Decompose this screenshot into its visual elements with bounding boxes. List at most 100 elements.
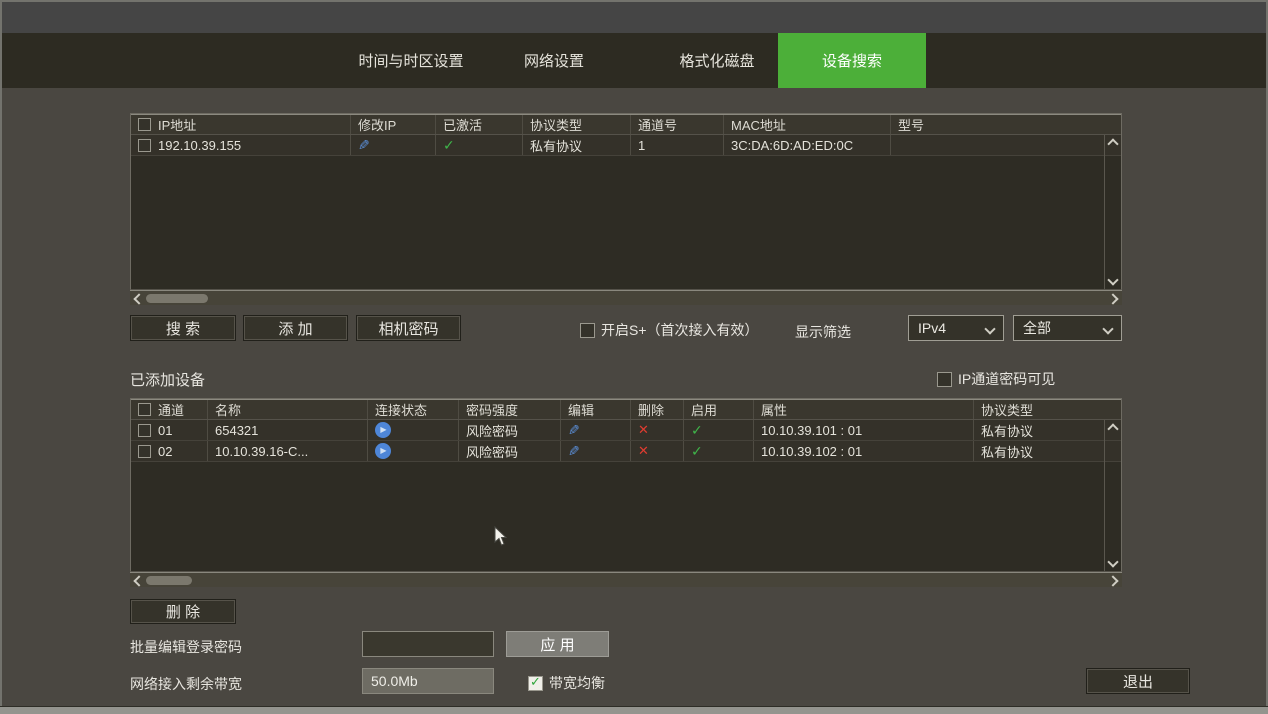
window-border [0,0,2,714]
scroll-up-icon[interactable] [1107,138,1118,149]
device-channel-count: 1 [631,135,724,155]
col-ip-address: IP地址 [158,115,196,134]
search-table-vertical-scrollbar[interactable] [1104,135,1121,289]
channel-number: 02 [158,444,172,459]
chevron-down-icon [984,323,995,334]
scroll-right-icon[interactable] [1107,575,1118,586]
camera-password-button[interactable]: 相机密码 [356,315,461,341]
device-mac: 3C:DA:6D:AD:ED:0C [724,135,891,155]
search-table-header: IP地址 修改IP 已激活 协议类型 通道号 MAC地址 型号 [131,114,1121,135]
edit-ip-icon[interactable]: ✎ [358,137,370,154]
settings-tabbar: 时间与时区设置 网络设置 格式化磁盘 设备搜索 [2,33,1266,88]
window-bottom-strip [0,706,1268,714]
added-devices-table: 通道 名称 连接状态 密码强度 编辑 删除 启用 属性 协议类型 01 6543… [130,398,1122,572]
password-strength: 风险密码 [459,441,561,461]
ip-channel-password-visible-checkbox[interactable] [937,372,952,387]
added-table-header: 通道 名称 连接状态 密码强度 编辑 删除 启用 属性 协议类型 [131,399,1121,420]
ip-version-value: IPv4 [918,320,946,336]
scrollbar-thumb[interactable] [146,294,208,303]
scroll-left-icon[interactable] [133,293,144,304]
delete-icon[interactable]: ✕ [638,443,649,459]
scroll-down-icon[interactable] [1107,556,1118,567]
device-name: 654321 [208,420,368,440]
search-button[interactable]: 搜 索 [130,315,236,341]
device-protocol: 私有协议 [523,135,631,155]
edit-icon[interactable]: ✎ [568,422,580,439]
table-row[interactable]: 192.10.39.155 ✎ ✓ 私有协议 1 3C:DA:6D:AD:ED:… [131,135,1121,156]
col-attribute: 属性 [754,400,974,419]
window-border [0,0,1268,2]
col-password-strength: 密码强度 [459,400,561,419]
ip-channel-password-visible-label: IP通道密码可见 [958,369,1055,389]
col-edit: 编辑 [561,400,631,419]
scroll-up-icon[interactable] [1107,423,1118,434]
tab-format-disk[interactable]: 格式化磁盘 [664,33,770,88]
bandwidth-input[interactable] [362,668,494,694]
enabled-check-icon[interactable]: ✓ [691,422,703,439]
added-table-horizontal-scrollbar[interactable] [130,572,1122,587]
display-filter-label: 显示筛选 [795,322,851,342]
device-protocol: 私有协议 [974,420,1121,440]
edit-icon[interactable]: ✎ [568,443,580,460]
bandwidth-balance-checkbox[interactable]: ✓ [528,676,543,691]
select-all-checkbox[interactable] [138,403,151,416]
device-ip: 192.10.39.155 [158,138,241,153]
ip-version-select[interactable]: IPv4 [908,315,1004,341]
delete-button[interactable]: 删 除 [130,599,236,624]
table-row[interactable]: 01 654321 ▶ 风险密码 ✎ ✕ ✓ 10.10.39.101 : 01… [131,420,1121,441]
row-checkbox[interactable] [138,139,151,152]
device-attribute: 10.10.39.101 : 01 [754,420,974,440]
tab-device-search[interactable]: 设备搜索 [778,33,926,88]
device-search-screen: 时间与时区设置 网络设置 格式化磁盘 设备搜索 IP地址 修改IP 已激活 协议… [0,0,1268,714]
connection-status-play-icon[interactable]: ▶ [375,422,391,438]
col-modify-ip: 修改IP [351,115,436,134]
scope-select[interactable]: 全部 [1013,315,1122,341]
added-devices-title: 已添加设备 [130,369,205,390]
enabled-check-icon[interactable]: ✓ [691,443,703,460]
chevron-down-icon [1102,323,1113,334]
device-model [891,135,1121,155]
search-table-horizontal-scrollbar[interactable] [130,290,1122,305]
batch-password-label: 批量编辑登录密码 [130,637,242,657]
batch-password-input[interactable] [362,631,494,657]
col-activated: 已激活 [436,115,523,134]
col-protocol-type: 协议类型 [974,400,1121,419]
tab-network-settings[interactable]: 网络设置 [508,33,600,88]
col-protocol-type: 协议类型 [523,115,631,134]
col-name: 名称 [208,400,368,419]
password-strength: 风险密码 [459,420,561,440]
window-top-strip [2,2,1266,33]
activated-check-icon: ✓ [443,137,455,154]
col-enable: 启用 [684,400,754,419]
enable-splus-label: 开启S+（首次接入有效） [601,320,759,340]
apply-button[interactable]: 应 用 [506,631,609,657]
col-channel: 通道 [158,400,184,419]
channel-number: 01 [158,423,172,438]
col-connection-status: 连接状态 [368,400,459,419]
device-attribute: 10.10.39.102 : 01 [754,441,974,461]
col-mac-address: MAC地址 [724,115,891,134]
scroll-right-icon[interactable] [1107,293,1118,304]
row-checkbox[interactable] [138,424,151,437]
add-button[interactable]: 添 加 [243,315,348,341]
scroll-down-icon[interactable] [1107,274,1118,285]
device-protocol: 私有协议 [974,441,1121,461]
added-table-vertical-scrollbar[interactable] [1104,420,1121,571]
tab-time-zone-settings[interactable]: 时间与时区设置 [340,33,482,88]
table-row[interactable]: 02 10.10.39.16-C... ▶ 风险密码 ✎ ✕ ✓ 10.10.3… [131,441,1121,462]
bandwidth-balance-label: 带宽均衡 [549,673,605,693]
connection-status-play-icon[interactable]: ▶ [375,443,391,459]
search-results-table: IP地址 修改IP 已激活 协议类型 通道号 MAC地址 型号 192.10.3… [130,113,1122,290]
col-delete: 删除 [631,400,684,419]
device-name: 10.10.39.16-C... [208,441,368,461]
exit-button[interactable]: 退出 [1086,668,1190,694]
col-model: 型号 [891,115,1121,134]
delete-icon[interactable]: ✕ [638,422,649,438]
scroll-left-icon[interactable] [133,575,144,586]
scope-value: 全部 [1023,318,1051,338]
enable-splus-checkbox[interactable] [580,323,595,338]
select-all-checkbox[interactable] [138,118,151,131]
scrollbar-thumb[interactable] [146,576,192,585]
bandwidth-label: 网络接入剩余带宽 [130,674,242,694]
row-checkbox[interactable] [138,445,151,458]
